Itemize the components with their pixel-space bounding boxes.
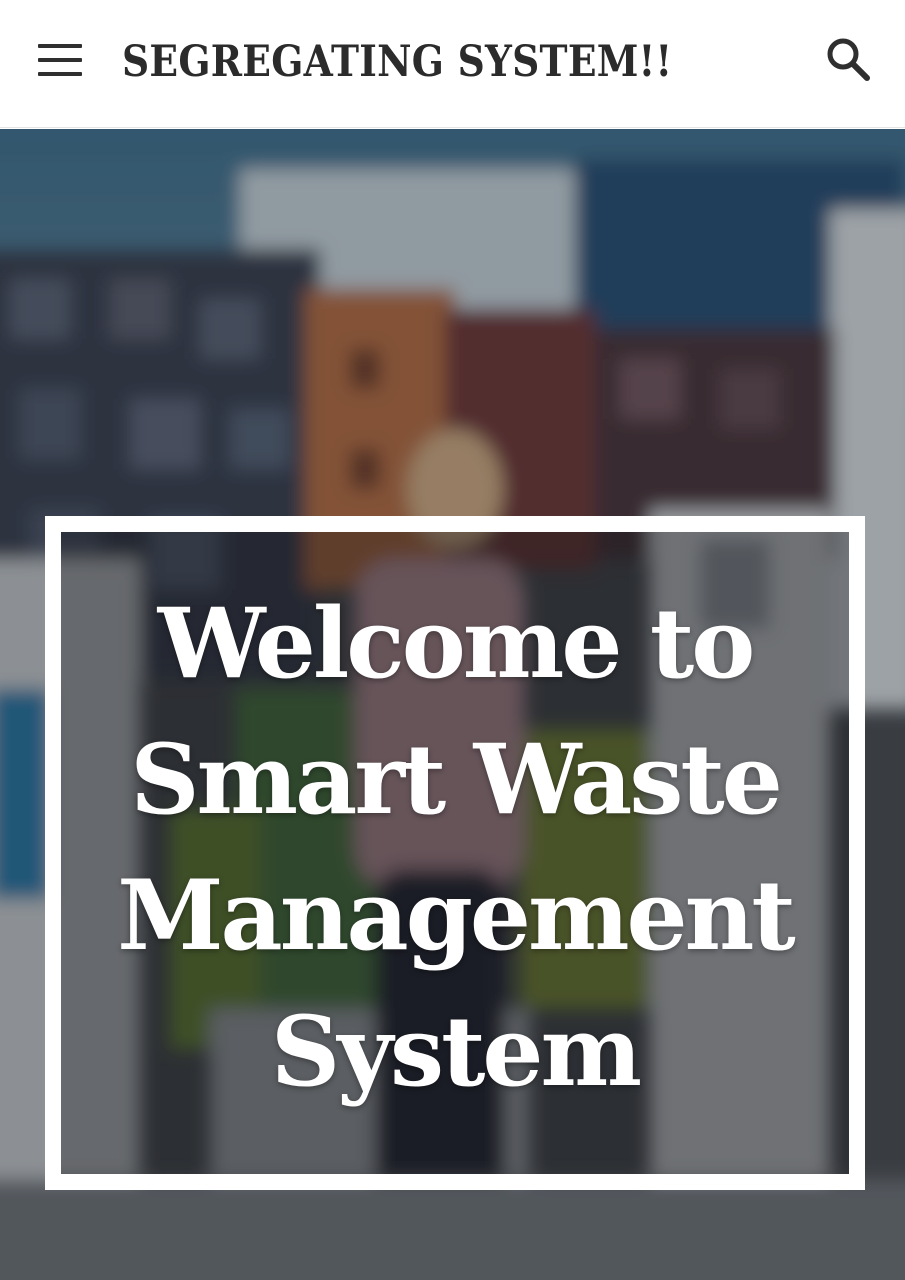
menu-button[interactable] xyxy=(30,36,90,88)
hero-banner: Welcome to Smart Waste Management System xyxy=(0,129,905,1280)
welcome-heading: Welcome to Smart Waste Management System xyxy=(117,587,795,1108)
top-app-bar: SEGREGATING SYSTEM!! xyxy=(0,0,905,128)
welcome-frame: Welcome to Smart Waste Management System xyxy=(45,516,865,1190)
site-title[interactable]: SEGREGATING SYSTEM!! xyxy=(122,30,672,94)
search-button[interactable] xyxy=(820,32,878,90)
search-icon xyxy=(827,38,870,81)
